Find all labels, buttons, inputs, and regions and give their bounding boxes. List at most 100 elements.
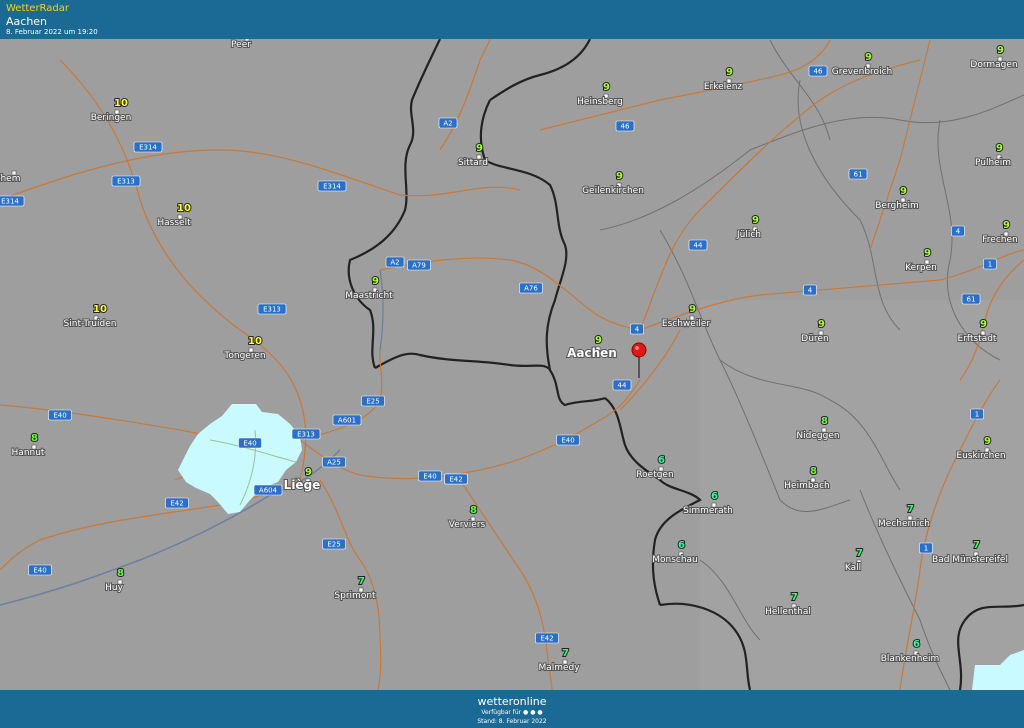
city-label: Malmedy bbox=[538, 663, 580, 673]
svg-text:A25: A25 bbox=[327, 459, 341, 467]
temperature-label: 8 bbox=[821, 416, 828, 427]
svg-text:E313: E313 bbox=[117, 178, 135, 186]
temperature-label: 10 bbox=[248, 336, 262, 347]
city-label: Peer bbox=[231, 40, 251, 50]
radar-map[interactable]: E314 E314 E313 E314 E313 E40 E40 E313 E40 A601 E25… bbox=[0, 39, 1024, 690]
temperature-label: 10 bbox=[93, 304, 107, 315]
city-label: Erkelenz bbox=[704, 82, 743, 92]
road-shield-a604: A604 bbox=[253, 484, 283, 496]
city-label: Erftstadt bbox=[958, 334, 997, 344]
road-shield-1: 1 bbox=[983, 258, 997, 270]
temperature-label: 9 bbox=[595, 335, 602, 346]
road-shield-4: 4 bbox=[803, 284, 817, 296]
city-label: Geilenkirchen bbox=[582, 186, 644, 196]
road-shield-e314: E314 bbox=[0, 195, 25, 207]
temperature-label: 9 bbox=[984, 436, 991, 447]
road-shield-44: 44 bbox=[612, 379, 632, 391]
city-label: Roetgen bbox=[636, 470, 673, 480]
svg-text:A2: A2 bbox=[390, 259, 399, 267]
svg-text:A2: A2 bbox=[443, 120, 452, 128]
road-shield-61: 61 bbox=[848, 168, 868, 180]
city-label: Heimbach bbox=[784, 481, 829, 491]
svg-text:E314: E314 bbox=[139, 144, 157, 152]
temperature-label: 9 bbox=[865, 52, 872, 63]
temperature-label: 6 bbox=[913, 639, 920, 650]
timestamp: 8. Februar 2022 um 19:20 bbox=[6, 28, 98, 36]
temperature-label: 8 bbox=[810, 466, 817, 477]
svg-text:A76: A76 bbox=[524, 285, 538, 293]
road-shield-4: 4 bbox=[951, 225, 965, 237]
road-shield-e25: E25 bbox=[322, 538, 346, 550]
road-shield-e40: E40 bbox=[238, 437, 262, 449]
temperature-label: 9 bbox=[726, 67, 733, 78]
temperature-label: 9 bbox=[996, 143, 1003, 154]
city-label: Verviers bbox=[449, 520, 486, 530]
road-shield-a2: A2 bbox=[438, 117, 458, 129]
city-label: Mechernich bbox=[878, 519, 930, 529]
city-label: Simmerath bbox=[683, 506, 733, 516]
svg-text:46: 46 bbox=[621, 123, 630, 131]
svg-text:1: 1 bbox=[988, 261, 992, 269]
footer-logo: wetteronline bbox=[477, 695, 547, 708]
svg-text:E25: E25 bbox=[366, 398, 379, 406]
temperature-label: 9 bbox=[305, 467, 312, 478]
temperature-label: 6 bbox=[678, 540, 685, 551]
road-shield-e40: E40 bbox=[556, 434, 580, 446]
road-shield-a79: A79 bbox=[407, 259, 431, 271]
svg-text:1: 1 bbox=[924, 545, 928, 553]
city-label: Beringen bbox=[91, 113, 132, 123]
temperature-label: 9 bbox=[616, 171, 623, 182]
city-label: Hannut bbox=[12, 448, 45, 458]
app-header: WetterRadar Aachen 8. Februar 2022 um 19… bbox=[0, 0, 1024, 39]
road-shield-a601: A601 bbox=[332, 414, 362, 426]
svg-text:E313: E313 bbox=[263, 306, 281, 314]
city-label: Sprimont bbox=[334, 591, 376, 601]
city-label: Kall bbox=[845, 563, 861, 573]
temperature-label: 9 bbox=[476, 143, 483, 154]
temperature-label: 7 bbox=[562, 648, 569, 659]
road-shield-e42: E42 bbox=[444, 473, 468, 485]
app-footer: wetteronline Verfügbar für ● ● ● Stand: … bbox=[0, 690, 1024, 728]
temperature-label: 7 bbox=[358, 576, 365, 587]
svg-text:E314: E314 bbox=[323, 183, 341, 191]
temperature-label: 8 bbox=[31, 433, 38, 444]
city-label: Aachen bbox=[567, 346, 617, 360]
temperature-label: 9 bbox=[900, 186, 907, 197]
city-label: Tongeren bbox=[223, 351, 265, 361]
city-label: Jülich bbox=[736, 230, 761, 240]
city-label: Hasselt bbox=[157, 218, 191, 228]
svg-text:A604: A604 bbox=[259, 487, 278, 495]
svg-text:E40: E40 bbox=[561, 437, 574, 445]
svg-text:E25: E25 bbox=[327, 541, 340, 549]
temperature-label: 8 bbox=[470, 505, 477, 516]
svg-text:E42: E42 bbox=[170, 500, 183, 508]
temperature-label: 9 bbox=[818, 319, 825, 330]
svg-text:E40: E40 bbox=[33, 567, 46, 575]
svg-text:E40: E40 bbox=[53, 412, 66, 420]
road-shield-46: 46 bbox=[615, 120, 635, 132]
city-label: Monschau bbox=[652, 555, 698, 565]
temperature-label: 9 bbox=[980, 319, 987, 330]
road-shield-61: 61 bbox=[961, 293, 981, 305]
svg-text:E40: E40 bbox=[243, 440, 256, 448]
city-label: Heinsberg bbox=[577, 97, 623, 107]
temperature-label: 9 bbox=[689, 304, 696, 315]
svg-text:44: 44 bbox=[694, 242, 703, 250]
city-label: Huy bbox=[105, 583, 123, 593]
road-shield-1: 1 bbox=[970, 408, 984, 420]
road-shield-e25: E25 bbox=[361, 395, 385, 407]
city-label: Pulheim bbox=[975, 158, 1011, 168]
city-label: Nideggen bbox=[796, 431, 839, 441]
temperature-label: 7 bbox=[791, 592, 798, 603]
temperature-label: 10 bbox=[114, 98, 128, 109]
brand-label: WetterRadar bbox=[6, 3, 70, 14]
road-shield-e40: E40 bbox=[48, 409, 72, 421]
svg-text:46: 46 bbox=[814, 68, 823, 76]
city-label: Dormagen bbox=[970, 60, 1017, 70]
footer-stand: Stand: 8. Februar 2022 bbox=[477, 718, 547, 725]
temperature-label: 6 bbox=[658, 455, 665, 466]
temperature-label: 9 bbox=[924, 248, 931, 259]
svg-text:4: 4 bbox=[956, 228, 961, 236]
svg-text:1: 1 bbox=[975, 411, 979, 419]
city-label: Maastricht bbox=[345, 291, 393, 301]
